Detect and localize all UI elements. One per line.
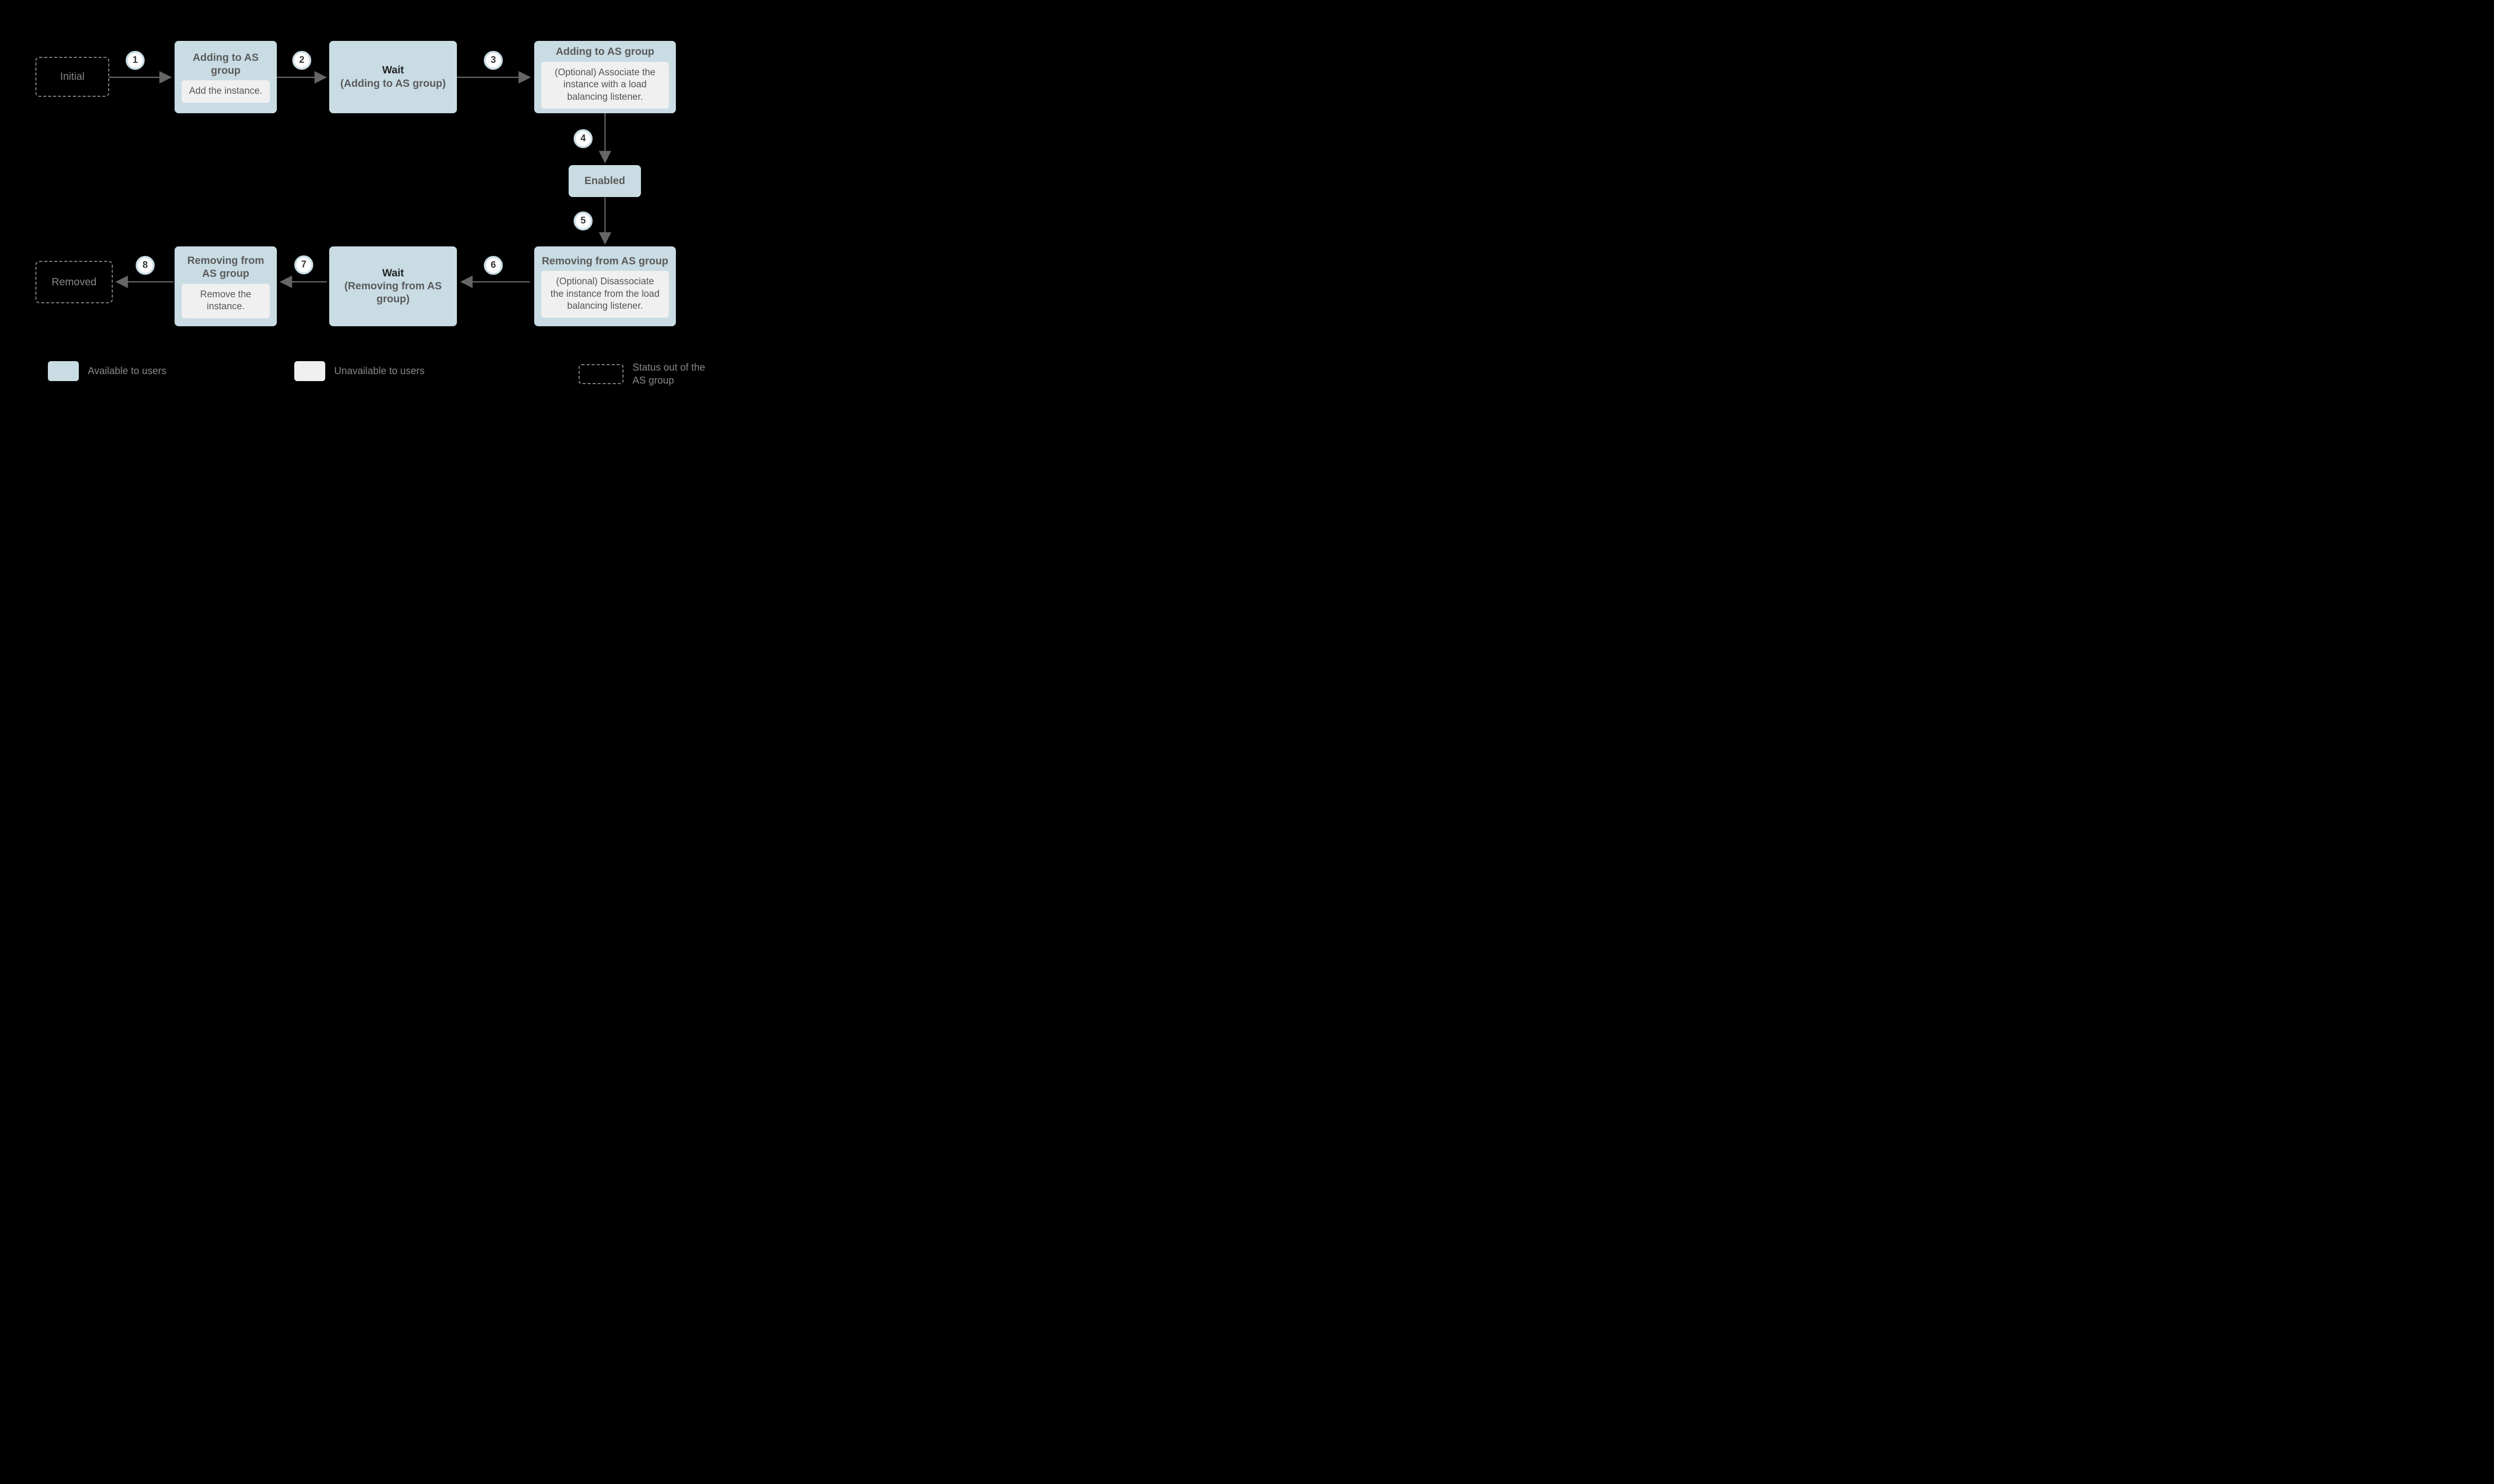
node-wait-adding-l1: Wait — [382, 64, 404, 76]
legend-out-wrap: Status out of the AS group — [579, 361, 707, 387]
step-3-num: 3 — [491, 55, 496, 66]
node-removed-label: Removed — [52, 276, 97, 288]
step-4-num: 4 — [581, 133, 586, 144]
legend-out-text: Status out of the AS group — [632, 361, 707, 387]
step-6-num: 6 — [491, 260, 496, 271]
node-adding-1-title: Adding to AS group — [182, 51, 270, 78]
node-adding-2-inner: (Optional) Associate the instance with a… — [541, 62, 669, 109]
node-wait-removing-l2: (Removing from AS group) — [336, 280, 450, 306]
step-8: 8 — [136, 256, 155, 275]
step-2-num: 2 — [299, 55, 305, 66]
node-removing-1-inner: (Optional) Disassociate the instance fro… — [541, 271, 669, 318]
step-7-num: 7 — [301, 259, 307, 270]
step-5-num: 5 — [581, 215, 586, 226]
step-3: 3 — [484, 51, 503, 70]
node-adding-2: Adding to AS group (Optional) Associate … — [534, 41, 676, 113]
node-enabled-label: Enabled — [585, 175, 625, 188]
node-enabled: Enabled — [569, 165, 641, 197]
legend-out: Status out of the AS group — [579, 361, 707, 387]
node-wait-removing-l1: Wait — [382, 267, 404, 279]
legend-available-swatch — [48, 361, 79, 381]
legend-out-swatch — [579, 364, 624, 384]
node-wait-adding-l2: (Adding to AS group) — [340, 77, 446, 90]
node-removing-2: Removing from AS group Remove the instan… — [175, 246, 277, 326]
node-removed: Removed — [35, 261, 113, 303]
legend: Available to users — [48, 361, 167, 381]
node-removing-1: Removing from AS group (Optional) Disass… — [534, 246, 676, 326]
legend-available: Available to users — [48, 361, 167, 381]
legend-available-text: Available to users — [88, 366, 167, 377]
step-2: 2 — [292, 51, 311, 70]
step-4: 4 — [574, 129, 593, 148]
step-5: 5 — [574, 212, 593, 230]
legend-unavailable: Unavailable to users — [294, 361, 424, 381]
node-wait-adding: Wait (Adding to AS group) — [329, 41, 457, 113]
node-removing-1-title: Removing from AS group — [542, 255, 668, 268]
step-1: 1 — [126, 51, 145, 70]
node-initial-label: Initial — [60, 71, 84, 83]
node-removing-2-title: Removing from AS group — [182, 254, 270, 281]
node-removing-2-inner: Remove the instance. — [182, 284, 270, 318]
node-initial: Initial — [35, 57, 109, 97]
step-1-num: 1 — [133, 55, 138, 66]
legend-unavailable-swatch — [294, 361, 325, 381]
node-adding-1: Adding to AS group Add the instance. — [175, 41, 277, 113]
node-wait-removing: Wait (Removing from AS group) — [329, 246, 457, 326]
legend-unavailable-text: Unavailable to users — [334, 366, 424, 377]
step-7: 7 — [294, 255, 313, 274]
step-6: 6 — [484, 256, 503, 275]
step-8-num: 8 — [143, 260, 148, 271]
legend-unavailable-wrap: Unavailable to users — [294, 361, 424, 381]
node-adding-2-title: Adding to AS group — [556, 45, 654, 58]
node-adding-1-inner: Add the instance. — [182, 80, 270, 103]
